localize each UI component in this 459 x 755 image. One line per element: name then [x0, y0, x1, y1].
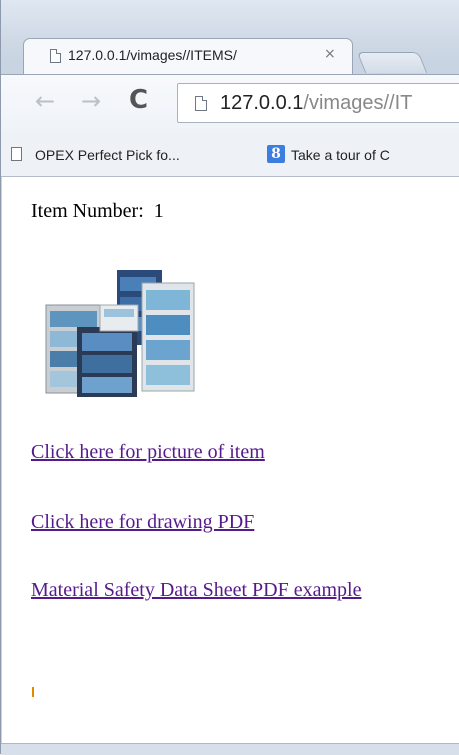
drawing-pdf-link[interactable]: Click here for drawing PDF	[31, 511, 254, 534]
bookmarks-bar: OPEX Perfect Pick fo... 8 Take a tour of…	[1, 137, 459, 177]
bookmark-opex[interactable]: OPEX Perfect Pick fo...	[35, 147, 180, 163]
page-icon	[50, 49, 61, 63]
bookmark-tour[interactable]: Take a tour of C	[291, 147, 390, 163]
page-icon	[195, 96, 207, 111]
page-content: Item Number: 1 Click here for picture of…	[2, 177, 459, 743]
address-text: 127.0.0.1/vimages//IT	[220, 92, 412, 115]
address-host: 127.0.0.1	[220, 92, 304, 114]
item-label: Item Number:	[31, 200, 144, 222]
forward-arrow-icon[interactable]: →	[81, 87, 101, 115]
close-tab-icon[interactable]: ×	[324, 46, 336, 62]
msds-pdf-link[interactable]: Material Safety Data Sheet PDF example	[31, 579, 361, 602]
back-arrow-icon[interactable]: ←	[35, 87, 55, 115]
active-tab[interactable]: 127.0.0.1/vimages//ITEMS/ ×	[23, 38, 353, 74]
picture-link[interactable]: Click here for picture of item	[31, 441, 265, 464]
bookcase-image	[45, 270, 195, 397]
reload-icon[interactable]: C	[129, 85, 148, 115]
google-plus-icon: 8	[267, 145, 285, 163]
window-bottom-border	[1, 743, 459, 755]
item-number-line: Item Number: 1	[31, 200, 164, 223]
item-number: 1	[153, 200, 164, 222]
address-path: /vimages//IT	[303, 92, 413, 114]
address-bar[interactable]: 127.0.0.1/vimages//IT	[177, 83, 459, 123]
page-icon	[11, 147, 22, 161]
browser-window: 127.0.0.1/vimages//ITEMS/ × ← → C 127.0.…	[0, 0, 459, 755]
text-cursor	[32, 687, 34, 697]
toolbar: ← → C 127.0.0.1/vimages//IT	[1, 74, 459, 139]
new-tab-button[interactable]	[356, 52, 428, 73]
tab-title: 127.0.0.1/vimages//ITEMS/	[68, 47, 237, 63]
